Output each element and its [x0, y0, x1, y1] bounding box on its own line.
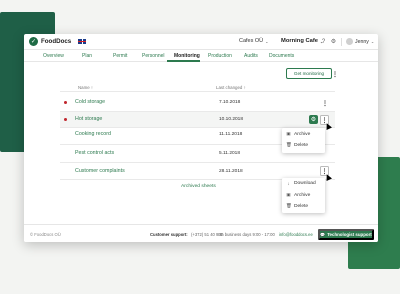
menu-item-label: Download [294, 181, 316, 186]
row-name[interactable]: Hot storage [75, 116, 102, 122]
chevron-down-icon: ⌄ [370, 39, 375, 44]
header-divider [60, 91, 335, 92]
active-tab-indicator [167, 60, 200, 62]
archived-sheets-link[interactable]: Archived sheets [181, 184, 216, 189]
row-date: 7.10.2018 [219, 100, 241, 105]
tab-production[interactable]: Production [208, 53, 232, 59]
tab-documents[interactable]: Documents [269, 53, 294, 59]
row-date: 28.11.2018 [219, 169, 243, 174]
row-name[interactable]: Pest control acts [75, 150, 114, 156]
logo-icon: ✓ [29, 37, 38, 46]
row-name[interactable]: Customer complaints [75, 168, 125, 174]
menu-item-label: Delete [294, 203, 309, 209]
technologist-support-button[interactable]: 💬 Technologist support [318, 228, 374, 240]
menu-item-archive[interactable]: ▣ Archive [286, 131, 310, 137]
menu-item-archive[interactable]: ▣ Archive [286, 192, 310, 198]
row-more-icon[interactable]: ⋮ [321, 98, 329, 108]
trash-icon: 🗑 [286, 142, 292, 147]
row-date: 5.11.2018 [219, 151, 240, 156]
help-icon[interactable]: ? [320, 38, 327, 45]
menu-item-delete[interactable]: 🗑 Delete [286, 203, 308, 209]
settings-icon[interactable]: ⚙ [330, 38, 337, 45]
copyright-text: © FoodDocs OÜ [30, 231, 61, 237]
uk-flag-icon[interactable] [78, 39, 87, 44]
tab-monitoring[interactable]: Monitoring [174, 53, 200, 59]
column-header-last-changed[interactable]: Last changed ↑ [216, 85, 246, 90]
divider [341, 38, 342, 46]
location-selector[interactable]: Morning Cafe ⌄ [281, 38, 323, 44]
alert-dot [64, 118, 67, 121]
row-name[interactable]: Cold storage [75, 99, 105, 105]
page-more-icon[interactable]: ⋮ [331, 69, 339, 79]
menu-item-delete[interactable]: 🗑 Delete [286, 142, 308, 148]
avatar[interactable] [346, 38, 353, 45]
support-label: Customer support: [150, 231, 188, 237]
archive-icon: ▣ [286, 131, 291, 136]
trash-icon: 🗑 [286, 203, 292, 208]
location-name: Morning Cafe [281, 38, 319, 44]
chevron-down-icon: ⌄ [265, 38, 269, 44]
app-window: ✓ FoodDocs Cafes OÜ ⌄ Morning Cafe ⌄ ? ⚙… [24, 34, 378, 242]
footer: © FoodDocs OÜ Customer support: (+372) 5… [24, 224, 378, 242]
alert-dot [64, 101, 67, 104]
menu-item-label: Delete [294, 142, 309, 148]
tab-audits[interactable]: Audits [244, 53, 258, 59]
row-divider [60, 162, 335, 163]
user-name: Jenny [355, 38, 369, 45]
tab-personnel[interactable]: Personnel [142, 53, 165, 59]
get-monitoring-button[interactable]: Get monitoring [286, 68, 332, 79]
column-header-name[interactable]: Name ↑ [78, 85, 93, 90]
menu-item-download[interactable]: ↓ Download [286, 181, 316, 186]
row-context-menu: ▣ Archive 🗑 Delete [282, 128, 325, 153]
row-date: 11.11.2018 [219, 132, 243, 137]
main-tabs: Overview Plan Permit Personnel Monitorin… [24, 50, 378, 62]
top-bar: ✓ FoodDocs Cafes OÜ ⌄ Morning Cafe ⌄ ? ⚙… [24, 34, 378, 50]
archive-icon: ▣ [286, 192, 291, 197]
tab-permit[interactable]: Permit [113, 53, 127, 59]
support-email-link[interactable]: info@fooddocs.ee [279, 232, 313, 237]
tab-plan[interactable]: Plan [82, 53, 92, 59]
row-context-menu: ↓ Download ▣ Archive 🗑 Delete [282, 178, 325, 213]
user-menu[interactable]: Jenny ⌄ [355, 39, 374, 45]
menu-item-label: Archive [294, 131, 311, 137]
company-name: Cafes OÜ [239, 38, 264, 44]
tab-overview[interactable]: Overview [43, 53, 64, 59]
company-selector[interactable]: Cafes OÜ ⌄ [239, 38, 269, 44]
menu-item-label: Archive [294, 192, 311, 198]
download-icon: ↓ [287, 181, 290, 186]
row-divider [60, 111, 335, 112]
chat-icon: 💬 [320, 231, 326, 237]
logo-text: FoodDocs [41, 38, 72, 45]
logo[interactable]: ✓ FoodDocs [29, 37, 71, 46]
support-hours: On business days 9:00 - 17:00 [218, 231, 275, 237]
row-date: 10.10.2018 [219, 117, 244, 122]
technologist-support-label: Technologist support [327, 231, 372, 237]
row-name[interactable]: Cooking record [75, 131, 111, 137]
row-settings-icon[interactable]: ⚙ [309, 115, 318, 124]
